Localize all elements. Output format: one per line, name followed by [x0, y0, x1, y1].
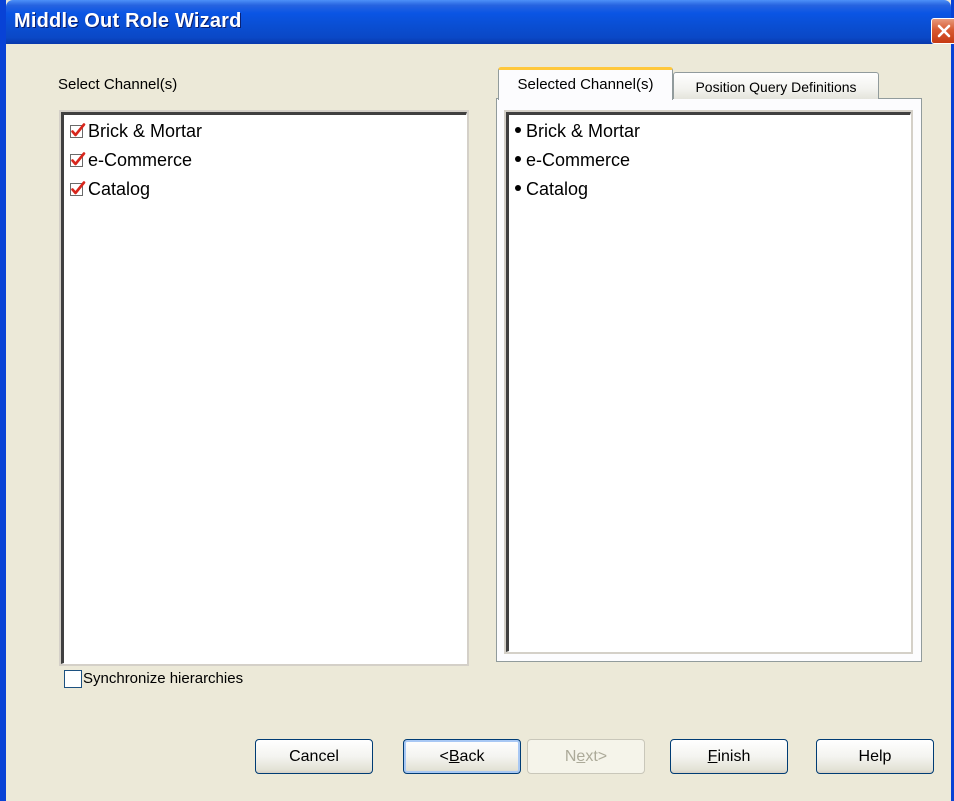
- checkmark-icon[interactable]: [70, 123, 86, 139]
- channel-item-label: e-Commerce: [88, 150, 193, 170]
- window-title: Middle Out Role Wizard: [14, 10, 242, 32]
- channel-item-catalog[interactable]: Catalog: [70, 179, 150, 205]
- dialog-window: Middle Out Role Wizard Select Channel(s)…: [0, 0, 954, 801]
- selected-channel-label: Brick & Mortar: [526, 121, 641, 141]
- close-icon: [937, 24, 951, 38]
- next-rest: xt>: [585, 748, 608, 765]
- next-mnemonic: e: [576, 748, 586, 765]
- finish-rest: inish: [717, 748, 751, 765]
- bullet-icon: [515, 156, 521, 162]
- finish-button[interactable]: Finish: [670, 739, 788, 774]
- selected-channel-label: Catalog: [526, 179, 589, 199]
- cancel-button[interactable]: Cancel: [255, 739, 373, 774]
- selected-channel-item[interactable]: e-Commerce: [515, 150, 630, 176]
- checkmark-icon[interactable]: [70, 181, 86, 197]
- synchronize-label[interactable]: Synchronize hierarchies: [83, 670, 243, 687]
- help-button-label: Help: [858, 748, 892, 765]
- channel-item-label: Brick & Mortar: [88, 121, 203, 141]
- selected-channel-label: e-Commerce: [526, 150, 631, 170]
- back-mnemonic: B: [448, 748, 460, 765]
- channel-item-brick-mortar[interactable]: Brick & Mortar: [70, 121, 202, 147]
- next-prefix: N: [564, 748, 577, 765]
- back-rest: ack: [459, 748, 485, 765]
- next-button[interactable]: Next>: [527, 739, 645, 774]
- title-bar[interactable]: Middle Out Role Wizard: [6, 0, 954, 44]
- selected-channel-item[interactable]: Catalog: [515, 179, 588, 205]
- channel-checklist[interactable]: Brick & Mortar e-Commerce Catalog: [61, 112, 467, 664]
- tab-selected-channels[interactable]: Selected Channel(s): [498, 67, 673, 100]
- back-button[interactable]: <Back: [403, 739, 521, 774]
- back-prefix: <: [439, 748, 449, 765]
- bullet-icon: [515, 185, 521, 191]
- tab-position-query-definitions[interactable]: Position Query Definitions: [673, 72, 879, 99]
- bullet-icon: [515, 127, 521, 133]
- channel-item-ecommerce[interactable]: e-Commerce: [70, 150, 192, 176]
- select-channels-label: Select Channel(s): [58, 76, 178, 93]
- synchronize-checkbox[interactable]: [64, 670, 82, 688]
- cancel-button-label: Cancel: [289, 748, 339, 765]
- channel-item-label: Catalog: [88, 179, 151, 199]
- close-button[interactable]: [931, 18, 954, 44]
- checkmark-icon[interactable]: [70, 152, 86, 168]
- selected-channels-list[interactable]: Brick & Mortar e-Commerce Catalog: [506, 112, 911, 652]
- help-button[interactable]: Help: [816, 739, 934, 774]
- selected-channel-item[interactable]: Brick & Mortar: [515, 121, 640, 147]
- finish-mnemonic: F: [707, 748, 718, 765]
